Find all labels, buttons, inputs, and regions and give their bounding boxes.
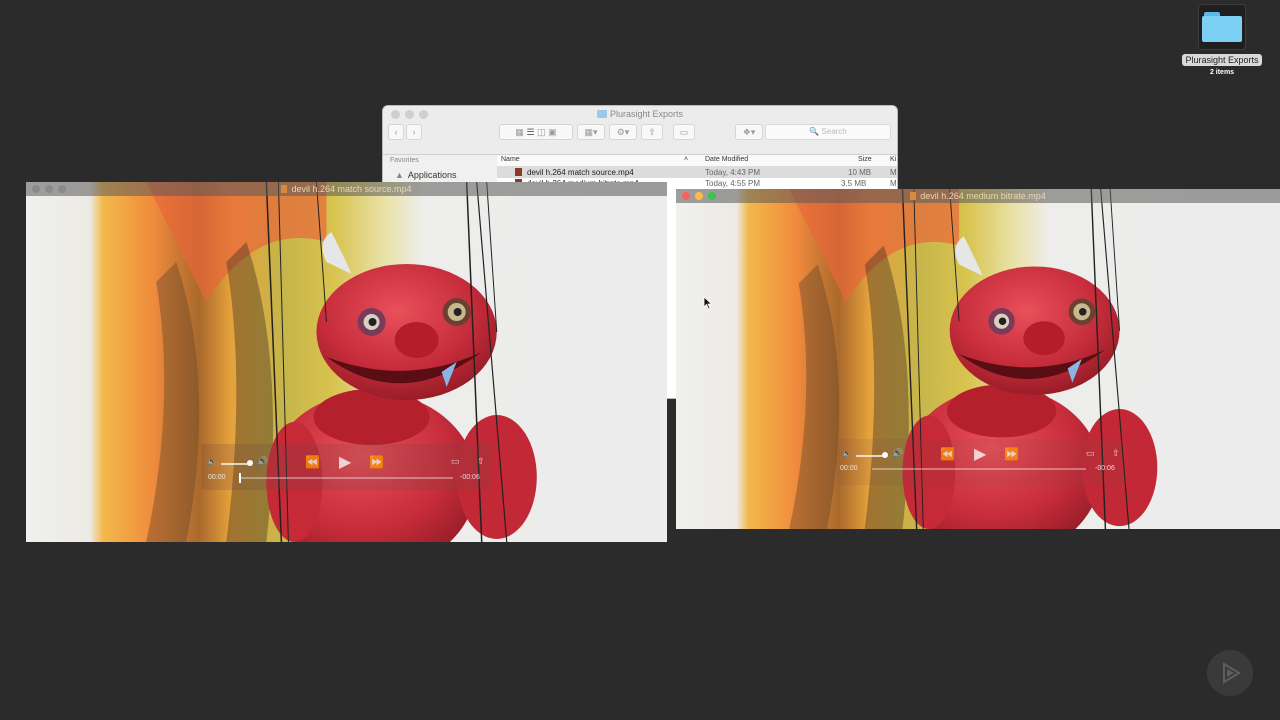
folder-icon (596, 110, 607, 118)
airplay-icon[interactable]: ▭ (451, 456, 460, 467)
volume-knob[interactable] (882, 452, 888, 458)
share-icon[interactable]: ⇧ (1112, 448, 1120, 459)
movie-file-icon (910, 192, 917, 200)
fast-forward-icon[interactable]: ⏩ (369, 455, 384, 469)
player-window-controls (682, 192, 716, 200)
movie-file-icon (281, 185, 288, 193)
rewind-icon[interactable]: ⏪ (305, 455, 320, 469)
column-date[interactable]: Date Modified (705, 156, 748, 163)
tag-icon[interactable]: ▭ (673, 124, 695, 140)
arrange-button[interactable]: ▦▾ (577, 124, 605, 140)
file-row[interactable]: devil h.264 match source.mp4 Today, 4:43… (497, 167, 897, 178)
volume-low-icon: 🔈 (207, 457, 217, 466)
zoom-button[interactable] (58, 185, 66, 193)
sidebar-heading: Favorites (390, 157, 419, 164)
scrubber-track[interactable] (239, 477, 453, 479)
finder-title: Plurasight Exports (383, 109, 897, 119)
video-file-icon (515, 168, 522, 176)
column-header: Name ˄ Date Modified Size Ki (497, 155, 897, 167)
search-input[interactable]: 🔍 Search (765, 124, 891, 140)
player-title: devil h.264 match source.mp4 (26, 182, 667, 196)
zoom-button[interactable] (708, 192, 716, 200)
dropbox-icon[interactable]: ❖▾ (735, 124, 763, 140)
minimize-button[interactable] (695, 192, 703, 200)
scrubber-track[interactable] (872, 468, 1086, 470)
applications-icon: ▲ (395, 170, 404, 180)
desktop-folder-label: Plurasight Exports (1182, 54, 1262, 66)
time-remaining: -00:06 (460, 474, 480, 481)
pluralsight-logo-icon (1207, 650, 1253, 696)
playback-controls: 🔈 🔊 ⏪ ▶ ⏩ ▭ ⇧ 00:00 -00:06 (201, 444, 491, 490)
video-player-right[interactable]: devil h.264 medium bitrate.mp4 🔈 🔊 ⏪ ▶ ⏩… (676, 189, 1280, 529)
finder-titlebar: Plurasight Exports ‹ › ▦ ☰ ◫ ▣ ▦▾ ⚙▾ ⇧ ▭… (383, 106, 897, 155)
player-title: devil h.264 medium bitrate.mp4 (676, 189, 1280, 203)
action-gear-icon[interactable]: ⚙▾ (609, 124, 637, 140)
volume-high-icon: 🔊 (892, 448, 904, 458)
mouse-cursor-icon (703, 296, 713, 310)
volume-high-icon: 🔊 (257, 456, 269, 466)
folder-icon (1198, 4, 1246, 50)
player-window-controls (32, 185, 66, 193)
list-view-icon[interactable]: ☰ (526, 127, 534, 137)
video-player-left[interactable]: devil h.264 match source.mp4 🔈 🔊 ⏪ ▶ ⏩ ▭… (26, 182, 667, 542)
column-size[interactable]: Size (858, 156, 872, 163)
cover-flow-icon[interactable]: ▣ (548, 127, 557, 137)
minimize-button[interactable] (45, 185, 53, 193)
forward-button[interactable]: › (406, 124, 422, 140)
sidebar-item-applications[interactable]: ▲ Applications (395, 170, 497, 180)
volume-knob[interactable] (247, 460, 253, 466)
playback-controls: 🔈 🔊 ⏪ ▶ ⏩ ▭ ⇧ 00:00 -00:06 (836, 439, 1126, 485)
playhead[interactable] (239, 473, 241, 483)
close-button[interactable] (32, 185, 40, 193)
play-icon[interactable]: ▶ (339, 452, 351, 472)
airplay-icon[interactable]: ▭ (1086, 448, 1095, 459)
desktop-folder-count: 2 items (1209, 69, 1235, 76)
column-kind[interactable]: Ki (890, 156, 896, 163)
time-elapsed: 00:00 (840, 465, 858, 472)
fast-forward-icon[interactable]: ⏩ (1004, 447, 1019, 461)
play-icon[interactable]: ▶ (974, 444, 986, 464)
share-icon[interactable]: ⇧ (641, 124, 663, 140)
icon-view-icon[interactable]: ▦ (515, 127, 524, 137)
column-name[interactable]: Name (501, 156, 520, 163)
time-elapsed: 00:00 (208, 474, 226, 481)
close-button[interactable] (682, 192, 690, 200)
desktop-folder[interactable]: Plurasight Exports 2 items (1180, 4, 1264, 76)
column-view-icon[interactable]: ◫ (537, 127, 546, 137)
view-mode-buttons[interactable]: ▦ ☰ ◫ ▣ (499, 124, 573, 140)
back-button[interactable]: ‹ (388, 124, 404, 140)
sort-ascending-icon[interactable]: ˄ (684, 156, 688, 163)
time-remaining: -00:06 (1095, 465, 1115, 472)
share-icon[interactable]: ⇧ (477, 456, 485, 467)
volume-low-icon: 🔈 (842, 449, 852, 458)
rewind-icon[interactable]: ⏪ (940, 447, 955, 461)
